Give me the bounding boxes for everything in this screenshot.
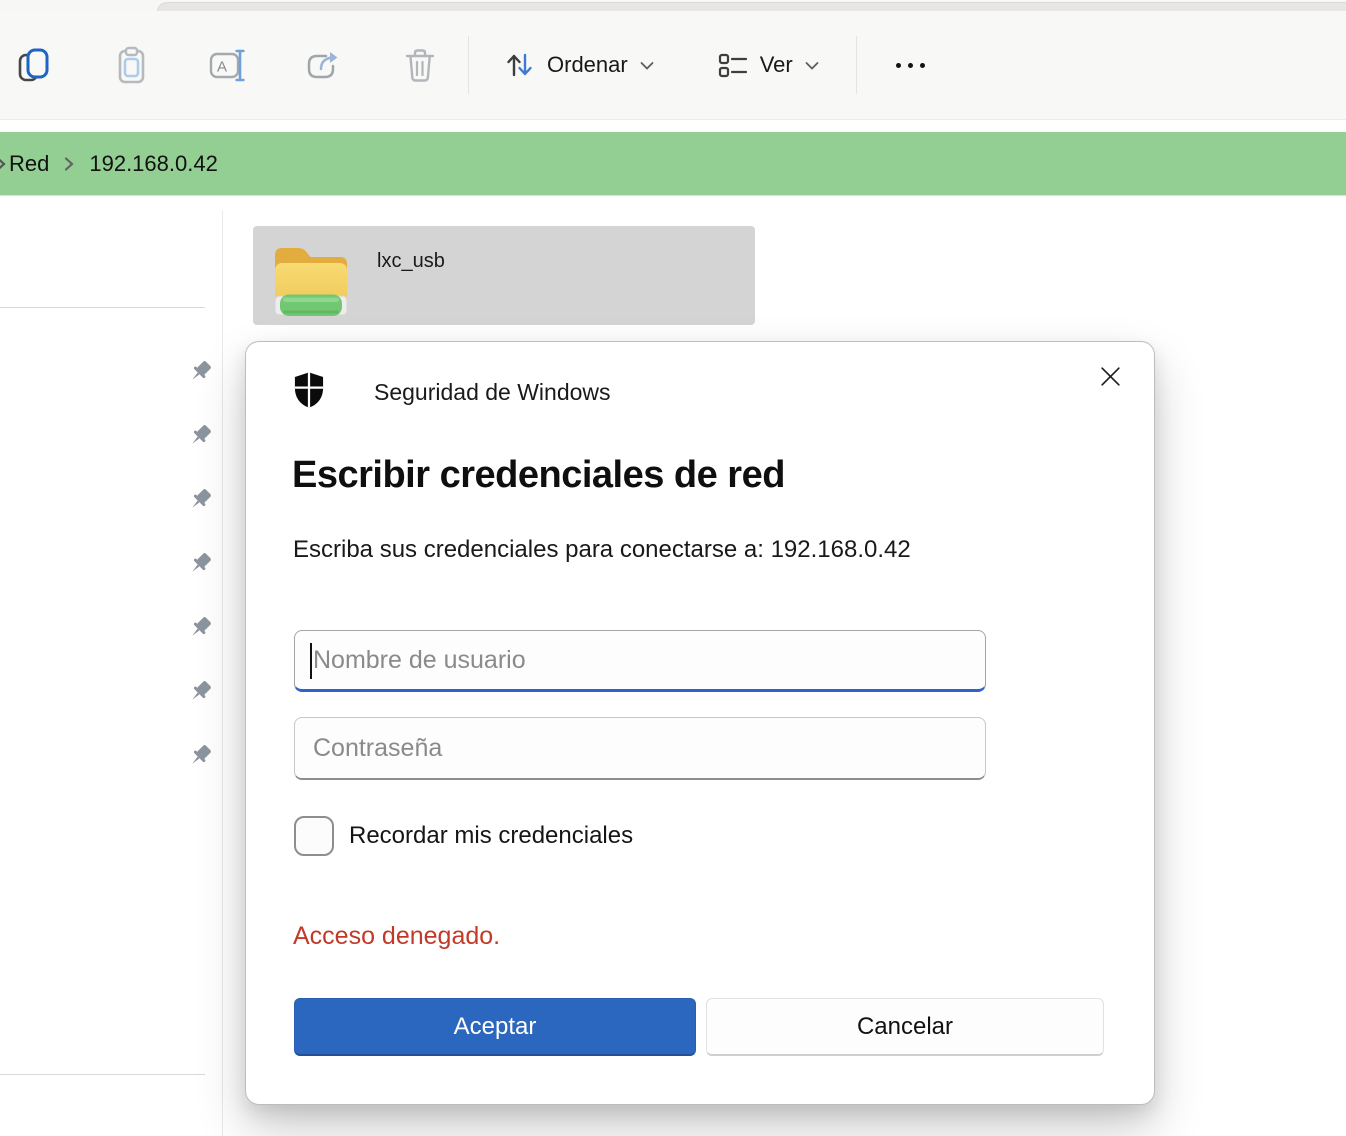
rename-icon: A (207, 45, 247, 85)
remember-credentials-label[interactable]: Recordar mis credenciales (349, 822, 633, 850)
navigation-pane-divider (222, 210, 223, 1136)
toolbar-separator (856, 36, 857, 94)
address-bar: Red 192.168.0.42 (0, 132, 1346, 196)
sidebar-pinned-item[interactable] (184, 740, 216, 772)
sort-button[interactable]: Ordenar (493, 41, 664, 89)
view-button-label: Ver (760, 54, 793, 76)
windows-security-shield-icon (292, 371, 326, 414)
folder-usb-icon (269, 239, 353, 324)
trash-icon (399, 45, 439, 85)
text-caret (310, 643, 312, 679)
accept-button[interactable]: Aceptar (294, 998, 696, 1056)
pin-icon (185, 613, 215, 643)
sidebar-pinned-item[interactable] (184, 420, 216, 452)
sort-arrows-icon (503, 49, 535, 81)
dialog-subheading: Escriba sus credenciales para conectarse… (293, 536, 911, 564)
sidebar-pinned-item[interactable] (184, 356, 216, 388)
share-button[interactable] (301, 43, 345, 87)
pin-icon (185, 357, 215, 387)
ellipsis-icon (896, 63, 901, 68)
delete-button[interactable] (397, 43, 441, 87)
sidebar-pinned-item[interactable] (184, 548, 216, 580)
pin-icon (185, 741, 215, 771)
share-icon (303, 45, 343, 85)
sidebar-pinned-item[interactable] (184, 484, 216, 516)
dialog-app-title: Seguridad de Windows (374, 379, 611, 406)
navigation-pane-separator (0, 307, 205, 308)
tab-strip (0, 0, 1346, 11)
list-view-icon (718, 51, 748, 80)
copy-icon (15, 45, 55, 85)
close-button[interactable] (1090, 356, 1130, 396)
paste-icon (111, 45, 151, 85)
username-field-wrapper (294, 630, 986, 692)
paste-button[interactable] (109, 43, 153, 87)
windows-security-dialog: Seguridad de Windows Escribir credencial… (245, 341, 1155, 1105)
more-options-button[interactable] (883, 43, 939, 87)
error-message: Acceso denegado. (293, 922, 500, 951)
copy-button[interactable] (13, 43, 57, 87)
cancel-button[interactable]: Cancelar (706, 998, 1104, 1056)
dialog-heading: Escribir credenciales de red (292, 454, 785, 497)
folder-item-lxc-usb[interactable]: lxc_usb (253, 226, 755, 325)
file-explorer-window: A (0, 0, 1346, 1136)
username-input[interactable] (295, 631, 985, 689)
command-toolbar: A (0, 11, 1346, 120)
breadcrumb-item-red[interactable]: Red (6, 147, 52, 181)
rename-button[interactable]: A (205, 43, 249, 87)
password-field-wrapper (294, 717, 986, 780)
chevron-down-icon (640, 61, 654, 70)
pin-icon (185, 485, 215, 515)
sort-button-label: Ordenar (547, 54, 628, 76)
chevron-right-icon (64, 156, 74, 172)
remember-credentials-row: Recordar mis credenciales (294, 816, 633, 856)
pin-icon (185, 549, 215, 579)
chevron-down-icon (805, 61, 819, 70)
close-icon (1098, 364, 1123, 389)
breadcrumb-item-host[interactable]: 192.168.0.42 (86, 147, 220, 181)
remember-credentials-checkbox[interactable] (294, 816, 334, 856)
password-input[interactable] (295, 718, 985, 778)
svg-text:A: A (217, 59, 227, 76)
folder-name: lxc_usb (377, 250, 445, 273)
pin-icon (185, 421, 215, 451)
navigation-pane-separator (0, 1074, 205, 1075)
toolbar-separator (468, 36, 469, 94)
view-button[interactable]: Ver (708, 43, 829, 88)
sidebar-pinned-item[interactable] (184, 612, 216, 644)
pin-icon (185, 677, 215, 707)
sidebar-pinned-item[interactable] (184, 676, 216, 708)
